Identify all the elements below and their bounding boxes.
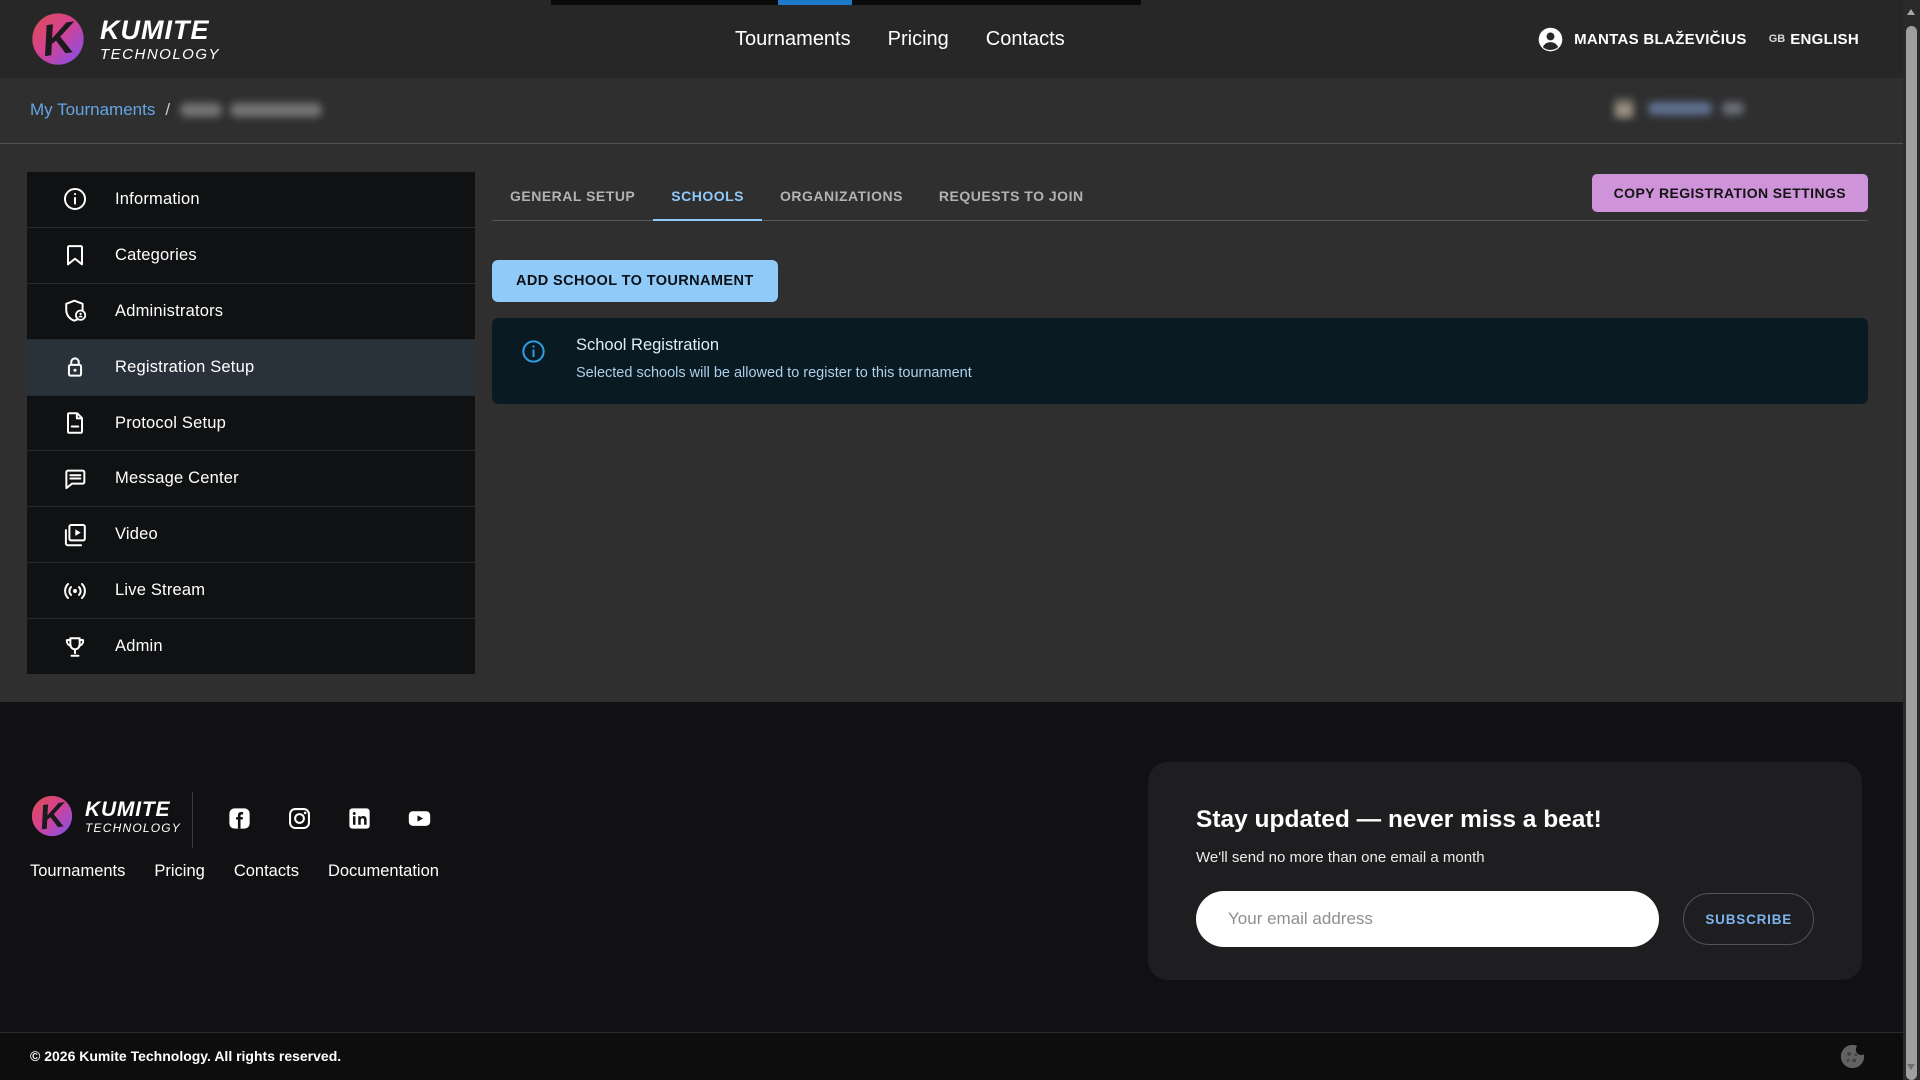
bottom-bar: © 2026 Kumite Technology. All rights res… <box>0 1032 1903 1080</box>
sidebar-item-protocol-setup[interactable]: Protocol Setup <box>27 395 475 451</box>
date-badge <box>1610 94 1744 122</box>
newsletter-card: Stay updated — never miss a beat! We'll … <box>1148 762 1862 980</box>
kumite-logo-icon: K <box>30 794 74 838</box>
scrollbar-thumb[interactable] <box>1906 26 1917 1080</box>
language-label: ENGLISH <box>1790 31 1859 48</box>
breadcrumb-my-tournaments[interactable]: My Tournaments <box>30 100 155 120</box>
facebook-icon <box>226 805 253 832</box>
trophy-icon <box>61 633 89 661</box>
sidebar-item-information[interactable]: Information <box>27 172 475 227</box>
sidebar-item-registration-setup[interactable]: Registration Setup <box>27 339 475 395</box>
linkedin-icon <box>346 805 373 832</box>
account-circle-icon <box>1537 26 1564 53</box>
window-top-strip <box>551 0 1141 5</box>
footer-link-contacts[interactable]: Contacts <box>234 862 299 881</box>
language-country-code: GB <box>1769 33 1786 45</box>
main-panel: GENERAL SETUP SCHOOLS ORGANIZATIONS REQU… <box>492 145 1868 702</box>
social-link-instagram[interactable] <box>286 805 313 832</box>
add-school-button[interactable]: ADD SCHOOL TO TOURNAMENT <box>492 260 778 302</box>
tab-organizations[interactable]: ORGANIZATIONS <box>762 174 921 220</box>
social-link-youtube[interactable] <box>406 805 433 832</box>
social-link-linkedin[interactable] <box>346 805 373 832</box>
breadcrumb-separator: / <box>165 100 170 120</box>
breadcrumb-bar: My Tournaments / <box>0 78 1903 144</box>
subscribe-button[interactable]: SUBSCRIBE <box>1683 893 1814 945</box>
cookie-settings-icon[interactable] <box>1837 1041 1868 1072</box>
alert-title: School Registration <box>576 336 972 355</box>
user-name: MANTAS BLAŽEVIČIUS <box>1574 31 1747 48</box>
sidebar-item-label: Message Center <box>115 469 239 488</box>
sidebar-item-label: Protocol Setup <box>115 414 226 433</box>
brand-name: KUMITE <box>100 17 220 44</box>
language-selector[interactable]: GB ENGLISH <box>1769 31 1859 48</box>
scrollbar[interactable] <box>1903 0 1920 1080</box>
brand-subtitle: TECHNOLOGY <box>100 47 220 62</box>
footer-brand-logo[interactable]: K KUMITE TECHNOLOGY <box>30 794 181 838</box>
sidebar-item-message-center[interactable]: Message Center <box>27 450 475 506</box>
scrollbar-down-arrow-icon[interactable] <box>1907 1064 1915 1070</box>
copy-registration-settings-button[interactable]: COPY REGISTRATION SETTINGS <box>1592 174 1868 212</box>
footer: K KUMITE TECHNOLOGY <box>0 702 1903 1032</box>
sidebar-item-categories[interactable]: Categories <box>27 227 475 283</box>
main-nav: Tournaments Pricing Contacts <box>735 0 1065 78</box>
sidebar-item-label: Live Stream <box>115 581 205 600</box>
sidebar-item-live-stream[interactable]: Live Stream <box>27 562 475 618</box>
sidebar-item-admin[interactable]: Admin <box>27 618 475 674</box>
footer-link-tournaments[interactable]: Tournaments <box>30 862 125 881</box>
social-links <box>226 805 433 832</box>
footer-brand-subtitle: TECHNOLOGY <box>85 822 181 834</box>
alert-text: Selected schools will be allowed to regi… <box>576 365 972 381</box>
breadcrumb-current-redacted <box>180 103 322 117</box>
nav-tournaments[interactable]: Tournaments <box>735 28 851 51</box>
footer-link-documentation[interactable]: Documentation <box>328 862 439 881</box>
sidebar-item-label: Admin <box>115 637 163 656</box>
bookmark-icon <box>61 241 89 269</box>
tab-indicator <box>778 0 852 5</box>
header: K KUMITE TECHNOLOGY Tournaments Pricing … <box>0 0 1903 78</box>
document-icon <box>61 409 89 437</box>
video-library-icon <box>61 521 89 549</box>
instagram-icon <box>286 805 313 832</box>
sidebar-item-label: Video <box>115 525 158 544</box>
newsletter-subtitle: We'll send no more than one email a mont… <box>1196 849 1814 866</box>
nav-pricing[interactable]: Pricing <box>888 28 949 51</box>
user-menu[interactable]: MANTAS BLAŽEVIČIUS GB ENGLISH <box>1537 26 1859 53</box>
youtube-icon <box>406 805 433 832</box>
tab-schools[interactable]: SCHOOLS <box>653 174 762 220</box>
tab-general-setup[interactable]: GENERAL SETUP <box>492 174 653 220</box>
school-registration-alert: School Registration Selected schools wil… <box>492 318 1868 404</box>
broadcast-icon <box>61 577 89 605</box>
sidebar-item-label: Registration Setup <box>115 358 254 377</box>
breadcrumb: My Tournaments / <box>30 100 322 120</box>
footer-brand-name: KUMITE <box>85 799 181 820</box>
tab-requests-to-join[interactable]: REQUESTS TO JOIN <box>921 174 1102 220</box>
app-root: K KUMITE TECHNOLOGY Tournaments Pricing … <box>0 0 1920 1080</box>
scrollbar-up-arrow-icon[interactable] <box>1907 9 1915 15</box>
sidebar-item-label: Information <box>115 190 200 209</box>
social-link-facebook[interactable] <box>226 805 253 832</box>
info-icon <box>520 338 547 365</box>
footer-divider <box>192 792 193 848</box>
lock-icon <box>61 353 89 381</box>
email-input[interactable] <box>1196 891 1659 947</box>
sidebar-item-label: Administrators <box>115 302 223 321</box>
footer-links: Tournaments Pricing Contacts Documentati… <box>30 862 439 881</box>
nav-contacts[interactable]: Contacts <box>986 28 1065 51</box>
newsletter-title: Stay updated — never miss a beat! <box>1196 806 1814 834</box>
admin-shield-icon <box>61 297 89 325</box>
footer-link-pricing[interactable]: Pricing <box>154 862 204 881</box>
sidebar: Information Categories <box>27 172 475 674</box>
calendar-icon <box>1610 94 1638 122</box>
chat-icon <box>61 465 89 493</box>
copyright-text: © 2026 Kumite Technology. All rights res… <box>30 1048 341 1064</box>
sidebar-item-administrators[interactable]: Administrators <box>27 283 475 339</box>
sidebar-item-video[interactable]: Video <box>27 506 475 562</box>
info-icon <box>61 185 89 213</box>
content-area: Information Categories <box>0 145 1903 702</box>
brand-logo[interactable]: K KUMITE TECHNOLOGY <box>30 11 220 67</box>
tabs-row: GENERAL SETUP SCHOOLS ORGANIZATIONS REQU… <box>492 174 1868 221</box>
kumite-logo-icon: K <box>30 11 86 67</box>
sidebar-item-label: Categories <box>115 246 197 265</box>
